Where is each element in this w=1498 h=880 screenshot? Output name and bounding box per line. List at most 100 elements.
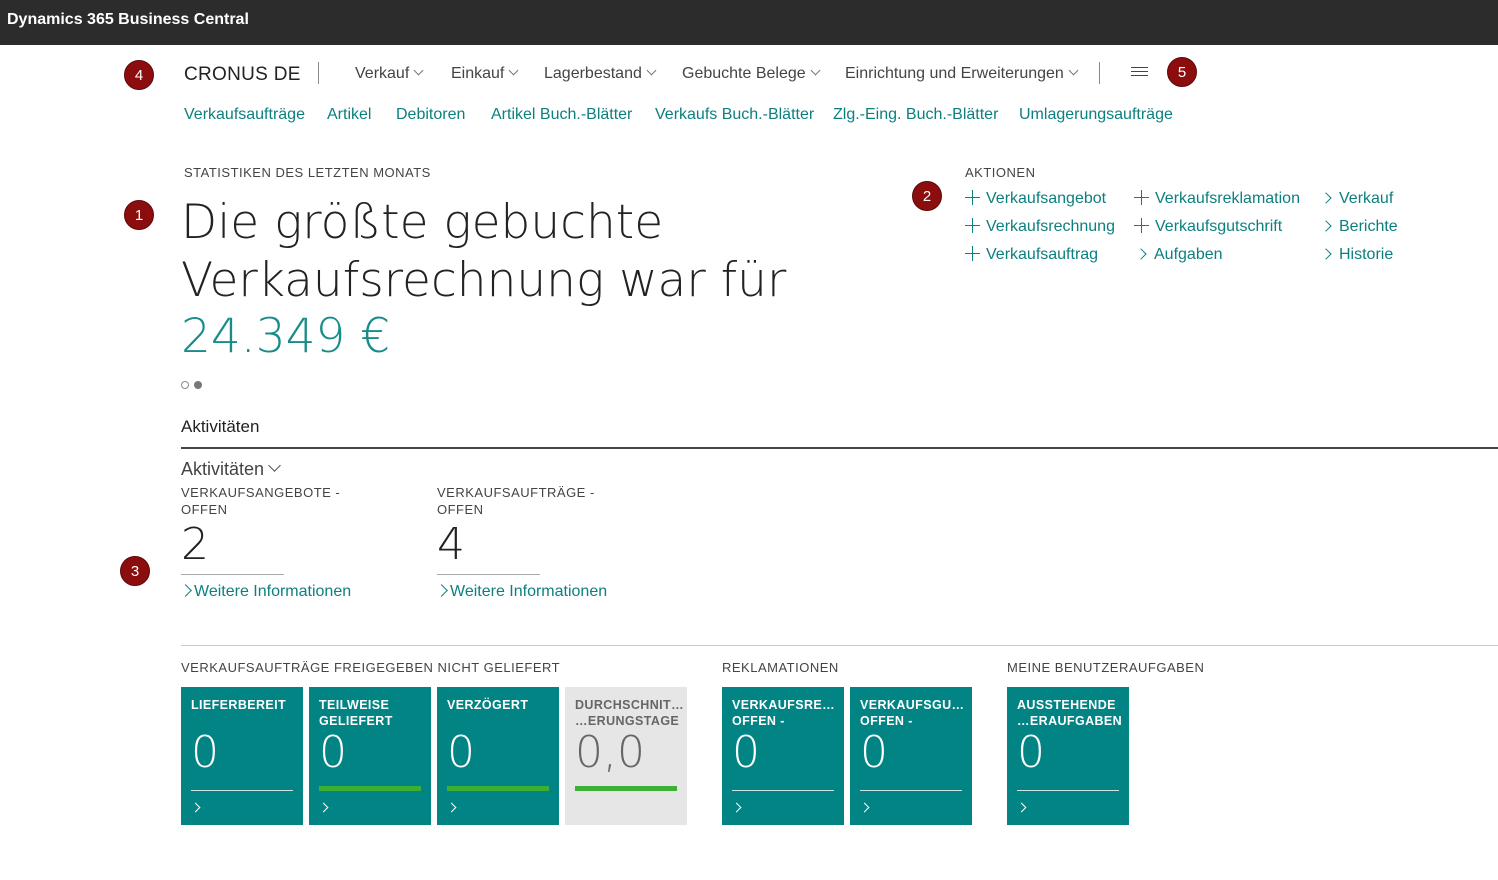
tile-label: VERZÖGERT bbox=[447, 698, 529, 712]
action-aufgaben[interactable]: Aufgaben bbox=[1135, 246, 1223, 264]
action-label: Verkaufsauftrag bbox=[986, 246, 1099, 263]
tile-verkaufsgutschriften-offen[interactable]: VERKAUFSGU… OFFEN - 0 bbox=[850, 687, 972, 825]
action-label: Historie bbox=[1339, 246, 1394, 263]
group-title-reklamationen: REKLAMATIONEN bbox=[722, 660, 839, 675]
nav-lagerbestand-label: Lagerbestand bbox=[544, 65, 642, 82]
chevron-right-icon bbox=[859, 802, 870, 813]
plus-icon bbox=[965, 190, 980, 205]
company-name[interactable]: CRONUS DE bbox=[184, 64, 301, 86]
headline-amount[interactable]: 24.349 € bbox=[181, 309, 390, 364]
chevron-down-icon bbox=[1068, 65, 1079, 76]
tile-label: VERKAUFSGU… OFFEN - bbox=[860, 698, 965, 728]
more-info-label: Weitere Informationen bbox=[194, 583, 352, 600]
action-verkaufsreklamation[interactable]: Verkaufsreklamation bbox=[1134, 190, 1300, 208]
chevron-down-icon bbox=[413, 65, 424, 76]
chevron-right-icon bbox=[446, 802, 457, 813]
tile-value: 0 bbox=[1017, 727, 1045, 778]
chevron-right-icon bbox=[318, 802, 329, 813]
action-label: Verkauf bbox=[1339, 190, 1394, 207]
link-umlagerungsauftraege[interactable]: Umlagerungsaufträge bbox=[1019, 106, 1173, 124]
action-verkaufsauftrag[interactable]: Verkaufsauftrag bbox=[965, 246, 1098, 264]
tile-lieferbereit[interactable]: LIEFERBEREIT 0 bbox=[181, 687, 303, 825]
tile-status-bar bbox=[575, 786, 677, 791]
action-label: Verkaufsrechnung bbox=[986, 218, 1115, 235]
more-info-label: Weitere Informationen bbox=[450, 583, 608, 600]
activities-section-title: Aktivitäten bbox=[181, 417, 260, 436]
action-berichte[interactable]: Berichte bbox=[1320, 218, 1398, 236]
action-verkaufsgutschrift[interactable]: Verkaufsgutschrift bbox=[1134, 218, 1282, 236]
tile-value: 0 bbox=[732, 727, 760, 778]
cue-rule bbox=[437, 574, 540, 575]
link-verkaufsauftraege[interactable]: Verkaufsaufträge bbox=[184, 106, 305, 124]
headline-text: Die größte gebuchte Verkaufsrechnung war… bbox=[181, 195, 787, 308]
headline-page-dot-1[interactable] bbox=[181, 381, 189, 389]
nav-verkauf[interactable]: Verkauf bbox=[355, 65, 424, 83]
tile-rule bbox=[1017, 790, 1119, 791]
tile-verkaufsreklamationen-offen[interactable]: VERKAUFSRE… OFFEN - 0 bbox=[722, 687, 844, 825]
more-info-link[interactable]: Weitere Informationen bbox=[435, 583, 637, 601]
marker-4: 4 bbox=[124, 60, 154, 90]
group-title-benutzeraufgaben: MEINE BENUTZERAUFGABEN bbox=[1007, 660, 1205, 675]
header-separator bbox=[318, 62, 319, 84]
more-info-link[interactable]: Weitere Informationen bbox=[179, 583, 381, 601]
tiles-divider bbox=[181, 645, 1498, 646]
nav-einkauf-label: Einkauf bbox=[451, 65, 505, 82]
cue-label: VERKAUFSAUFTRÄGE - OFFEN bbox=[437, 485, 595, 517]
tile-status-bar bbox=[319, 786, 421, 791]
tile-label: VERKAUFSRE… OFFEN - bbox=[732, 698, 836, 728]
link-zlg-eing-buch-blaetter[interactable]: Zlg.-Eing. Buch.-Blätter bbox=[833, 106, 998, 124]
cue-verkaufsauftraege-offen: VERKAUFSAUFTRÄGE - OFFEN 4 Weitere Infor… bbox=[435, 484, 637, 601]
plus-icon bbox=[965, 218, 980, 233]
action-historie[interactable]: Historie bbox=[1320, 246, 1394, 264]
tile-verzoegert[interactable]: VERZÖGERT 0 bbox=[437, 687, 559, 825]
nav-gebuchte-belege-label: Gebuchte Belege bbox=[682, 65, 806, 82]
plus-icon bbox=[1134, 190, 1149, 205]
activities-group-toggle[interactable]: Aktivitäten bbox=[181, 459, 281, 480]
tile-durchschnittliche-verzoegerungstage[interactable]: DURCHSCHNIT… …ERUNGSTAGE 0,0 bbox=[565, 687, 687, 825]
action-label: Berichte bbox=[1339, 218, 1398, 235]
tile-value: 0 bbox=[191, 727, 219, 778]
link-artikel-buch-blaetter[interactable]: Artikel Buch.-Blätter bbox=[491, 106, 632, 124]
plus-icon bbox=[1134, 218, 1149, 233]
tile-ausstehende-benutzeraufgaben[interactable]: AUSSTEHENDE …ERAUFGABEN 0 bbox=[1007, 687, 1129, 825]
chevron-right-icon bbox=[1320, 220, 1332, 232]
chevron-down-icon bbox=[268, 459, 281, 472]
hamburger-menu-icon[interactable] bbox=[1131, 67, 1148, 77]
nav-lagerbestand[interactable]: Lagerbestand bbox=[544, 65, 657, 83]
tile-rule bbox=[860, 790, 962, 791]
tile-value: 0,0 bbox=[575, 727, 645, 778]
marker-1: 1 bbox=[124, 200, 154, 230]
chevron-right-icon bbox=[190, 802, 201, 813]
action-label: Verkaufsgutschrift bbox=[1155, 218, 1283, 235]
tile-label: AUSSTEHENDE …ERAUFGABEN bbox=[1017, 698, 1123, 728]
marker-2: 2 bbox=[912, 181, 942, 211]
actions-caption: AKTIONEN bbox=[965, 165, 1036, 180]
cue-label: VERKAUFSANGEBOTE - OFFEN bbox=[181, 485, 341, 517]
header-separator-2 bbox=[1099, 62, 1100, 84]
action-verkauf[interactable]: Verkauf bbox=[1320, 190, 1394, 208]
nav-einrichtung-label: Einrichtung und Erweiterungen bbox=[845, 65, 1064, 82]
chevron-right-icon bbox=[1320, 192, 1332, 204]
headline-page-dot-2[interactable] bbox=[194, 381, 202, 389]
marker-5: 5 bbox=[1167, 57, 1197, 87]
action-verkaufsrechnung[interactable]: Verkaufsrechnung bbox=[965, 218, 1115, 236]
chevron-down-icon bbox=[508, 65, 519, 76]
tile-teilweise-geliefert[interactable]: TEILWEISE GELIEFERT 0 bbox=[309, 687, 431, 825]
link-debitoren[interactable]: Debitoren bbox=[396, 106, 465, 124]
nav-einkauf[interactable]: Einkauf bbox=[451, 65, 519, 83]
cue-value[interactable]: 2 bbox=[181, 520, 381, 570]
link-verkaufs-buch-blaetter[interactable]: Verkaufs Buch.-Blätter bbox=[655, 106, 814, 124]
activities-section-rule bbox=[181, 447, 1498, 449]
chevron-right-icon bbox=[1135, 248, 1147, 260]
nav-einrichtung[interactable]: Einrichtung und Erweiterungen bbox=[845, 65, 1079, 83]
chevron-down-icon bbox=[646, 65, 657, 76]
nav-gebuchte-belege[interactable]: Gebuchte Belege bbox=[682, 65, 821, 83]
link-artikel[interactable]: Artikel bbox=[327, 106, 371, 124]
activities-group-title: Aktivitäten bbox=[181, 459, 265, 479]
chevron-right-icon bbox=[731, 802, 742, 813]
action-verkaufsangebot[interactable]: Verkaufsangebot bbox=[965, 190, 1106, 208]
tile-label: DURCHSCHNIT… …ERUNGSTAGE bbox=[575, 698, 684, 728]
tile-status-bar bbox=[447, 786, 549, 791]
cue-verkaufsangebote-offen: VERKAUFSANGEBOTE - OFFEN 2 Weitere Infor… bbox=[179, 484, 381, 601]
cue-value[interactable]: 4 bbox=[437, 520, 637, 570]
